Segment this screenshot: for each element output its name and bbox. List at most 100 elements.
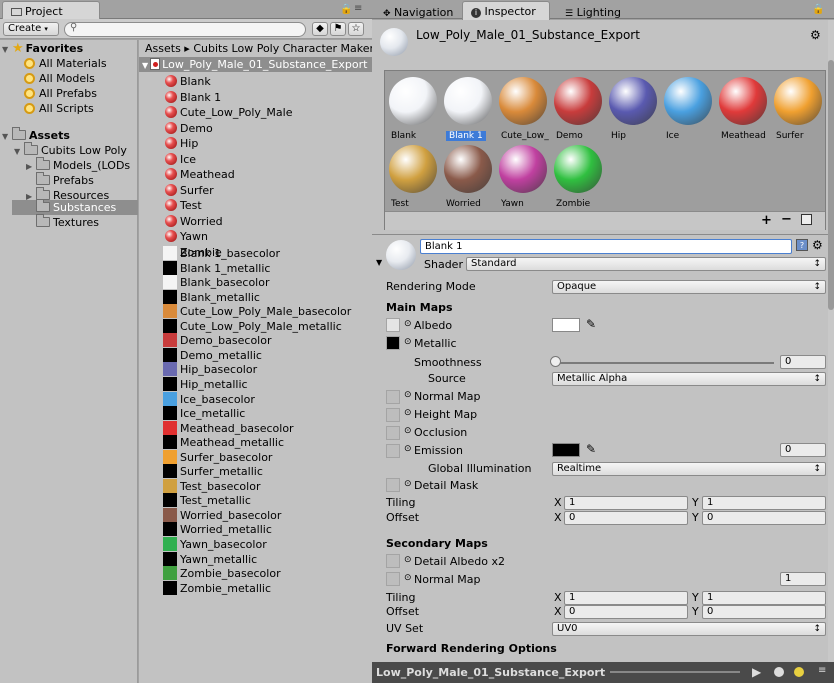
material-preview-sphere[interactable] xyxy=(444,77,492,125)
material-item[interactable]: Ice xyxy=(165,152,196,167)
folder-item-prefabs[interactable]: Prefabs xyxy=(36,172,94,188)
secondary-tiling-y-field[interactable]: 1 xyxy=(702,591,826,605)
texture-item[interactable]: Meathead_basecolor xyxy=(163,420,294,436)
texture-item[interactable]: Demo_metallic xyxy=(163,347,262,363)
tab-inspector[interactable]: i Inspector xyxy=(462,1,550,20)
texture-item[interactable]: Blank 1_metallic xyxy=(163,260,270,276)
folder-item-substances[interactable]: Substances xyxy=(12,199,138,215)
occlusion-circle-icon[interactable]: ⊙ xyxy=(404,426,412,436)
secondary-normal-map-slot[interactable] xyxy=(386,572,400,586)
detail-mask-slot[interactable] xyxy=(386,478,400,492)
panel-menu-icon[interactable]: ≡ xyxy=(354,3,362,14)
tab-navigation[interactable]: ✥ Navigation xyxy=(374,2,458,20)
favorite-item[interactable]: All Materials xyxy=(24,56,107,71)
sphere-preview-icon[interactable] xyxy=(774,667,784,677)
material-preview-sphere[interactable] xyxy=(664,77,712,125)
material-item[interactable]: Hip xyxy=(165,136,198,151)
tab-lighting[interactable]: ☰ Lighting xyxy=(556,2,636,20)
menu-icon[interactable]: ≡ xyxy=(818,665,826,676)
source-dropdown[interactable]: Metallic Alpha xyxy=(552,372,826,386)
tiling-x-field[interactable]: 1 xyxy=(564,496,688,510)
texture-item[interactable]: Hip_basecolor xyxy=(163,362,257,377)
detail-albedo-slot[interactable] xyxy=(386,554,400,568)
smoothness-slider-thumb[interactable] xyxy=(550,356,561,367)
texture-item[interactable]: Surfer_metallic xyxy=(163,464,263,479)
texture-item[interactable]: Demo_basecolor xyxy=(163,333,272,348)
eyedropper-icon[interactable]: ✎ xyxy=(586,442,596,456)
metallic-circle-icon[interactable]: ⊙ xyxy=(404,337,412,347)
material-item[interactable]: Demo xyxy=(165,121,213,136)
folder-item-cubits[interactable]: ▼ Cubits Low Poly xyxy=(14,142,127,158)
favorite-item[interactable]: All Models xyxy=(24,71,95,86)
material-item[interactable]: Yawn xyxy=(165,229,208,244)
lock-icon[interactable]: 🔒 xyxy=(812,4,824,15)
duplicate-icon[interactable] xyxy=(801,214,812,225)
emission-slot[interactable] xyxy=(386,444,400,458)
material-item[interactable]: Blank 1 xyxy=(165,90,221,105)
filter-by-label-button[interactable]: ⚑ xyxy=(330,22,346,36)
texture-item[interactable]: Test_metallic xyxy=(163,493,251,508)
lock-icon[interactable]: 🔒 xyxy=(340,4,352,15)
texture-item[interactable]: Test_basecolor xyxy=(163,478,260,494)
secondary-normal-circle-icon[interactable]: ⊙ xyxy=(404,573,412,583)
offset-y-field[interactable]: 0 xyxy=(702,511,826,525)
favorite-item[interactable]: All Prefabs xyxy=(24,86,97,101)
albedo-texture-slot[interactable] xyxy=(386,318,400,332)
material-preview-sphere[interactable] xyxy=(389,145,437,193)
material-preview-sphere[interactable] xyxy=(719,77,767,125)
filter-by-type-button[interactable]: ◆ xyxy=(312,22,328,36)
secondary-offset-x-field[interactable]: 0 xyxy=(564,605,688,619)
texture-item[interactable]: Cute_Low_Poly_Male_basecolor xyxy=(163,304,351,319)
material-preview-sphere[interactable] xyxy=(499,77,547,125)
help-icon[interactable]: ? xyxy=(796,239,808,251)
smoothness-slider-track[interactable] xyxy=(554,362,774,364)
folder-item-models[interactable]: ▶ Models_(LODs xyxy=(26,157,130,173)
occlusion-slot[interactable] xyxy=(386,426,400,440)
settings-gear-icon[interactable]: ⚙ xyxy=(810,28,821,42)
create-button[interactable]: Create ▾ xyxy=(3,22,59,36)
folder-item-textures[interactable]: Textures xyxy=(36,214,99,230)
metallic-texture-slot[interactable] xyxy=(386,336,400,350)
material-item[interactable]: Meathead xyxy=(165,167,235,182)
texture-item[interactable]: Hip_metallic xyxy=(163,376,248,392)
uv-set-dropdown[interactable]: UV0 xyxy=(552,622,826,636)
normal-map-slot[interactable] xyxy=(386,390,400,404)
favorites-header[interactable]: ▼ ★ Favorites xyxy=(2,41,83,56)
material-preview-sphere[interactable] xyxy=(609,77,657,125)
material-preview-sphere[interactable] xyxy=(444,145,492,193)
secondary-offset-y-field[interactable]: 0 xyxy=(702,605,826,619)
height-map-slot[interactable] xyxy=(386,408,400,422)
favorite-star-button[interactable]: ☆ xyxy=(348,22,364,36)
texture-item[interactable]: Blank_basecolor xyxy=(163,275,270,290)
material-preview-sphere[interactable] xyxy=(774,77,822,125)
emission-color-field[interactable] xyxy=(552,443,580,457)
material-item[interactable]: Surfer xyxy=(165,183,214,198)
detail-albedo-circle-icon[interactable]: ⊙ xyxy=(404,555,412,565)
texture-item[interactable]: Yawn_metallic xyxy=(163,551,257,567)
texture-item[interactable]: Ice_metallic xyxy=(163,406,245,421)
search-input[interactable]: ⚲ xyxy=(64,22,306,37)
material-preview-sphere[interactable] xyxy=(499,145,547,193)
albedo-color-field[interactable] xyxy=(552,318,580,332)
texture-item[interactable]: Cute_Low_Poly_Male_metallic xyxy=(163,318,342,334)
play-icon[interactable]: ▶ xyxy=(752,665,761,679)
material-item[interactable]: Cute_Low_Poly_Male xyxy=(165,105,293,120)
substance-item[interactable]: ▼ Low_Poly_Male_01_Substance_Export xyxy=(139,57,372,72)
material-item[interactable]: Blank xyxy=(165,74,211,89)
inspector-scroll-thumb[interactable] xyxy=(828,60,834,310)
material-item[interactable]: Test xyxy=(165,198,202,213)
settings-gear-icon[interactable]: ⚙ xyxy=(812,238,823,252)
secondary-tiling-x-field[interactable]: 1 xyxy=(564,591,688,605)
tiling-y-field[interactable]: 1 xyxy=(702,496,826,510)
material-name-input[interactable] xyxy=(420,239,792,254)
material-item[interactable]: Worried xyxy=(165,214,223,229)
eyedropper-icon[interactable]: ✎ xyxy=(586,317,596,331)
texture-item[interactable]: Surfer_basecolor xyxy=(163,449,272,465)
texture-item[interactable]: Ice_basecolor xyxy=(163,391,255,407)
material-preview-sphere[interactable] xyxy=(554,77,602,125)
favorite-item[interactable]: All Scripts xyxy=(24,101,94,116)
smoothness-value-field[interactable]: 0 xyxy=(780,355,826,369)
remove-icon[interactable]: − xyxy=(781,212,792,227)
height-map-circle-icon[interactable]: ⊙ xyxy=(404,408,412,418)
light-toggle-icon[interactable] xyxy=(794,667,804,677)
